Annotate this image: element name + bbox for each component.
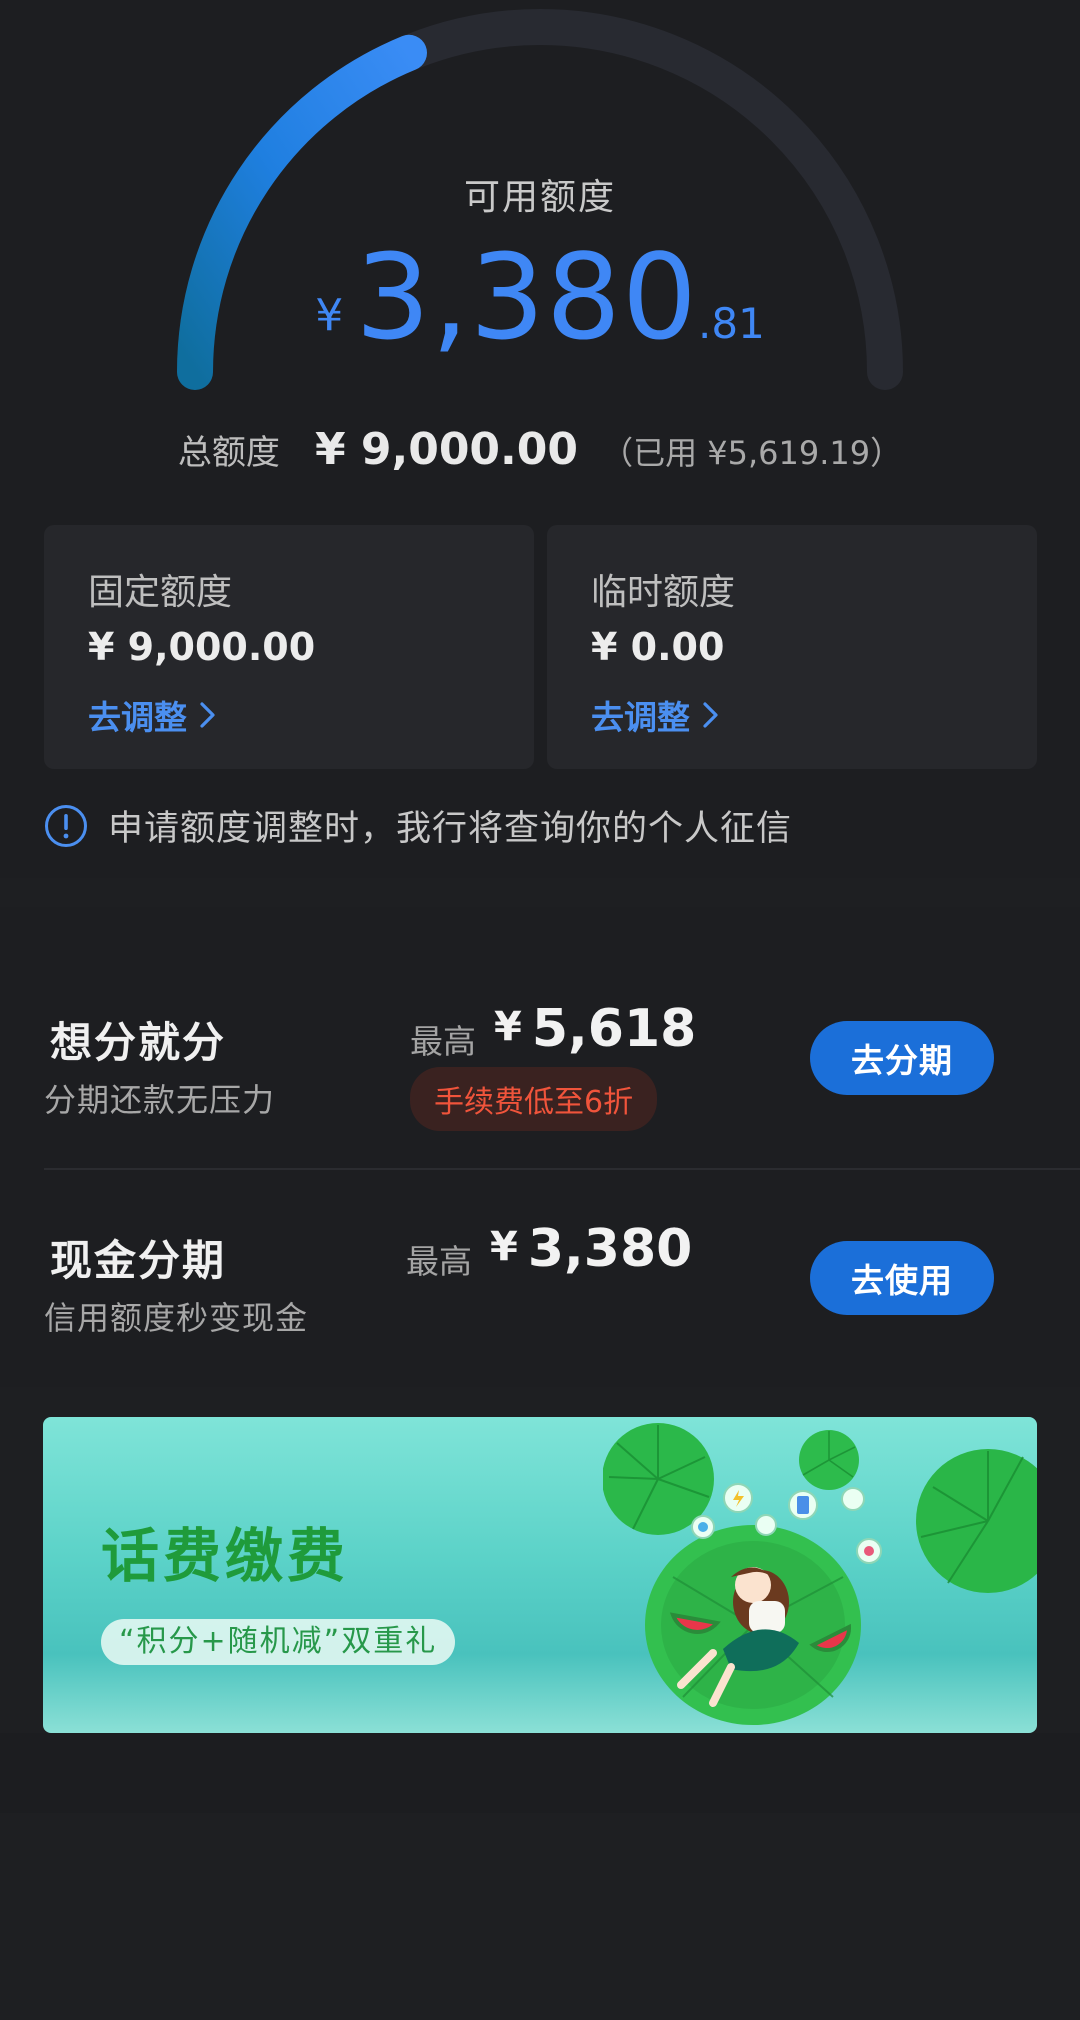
adjust-fixed-credit-link[interactable]: 去调整 [88, 691, 217, 739]
credit-overview-section: 可用额度 ¥3,380.81 总额度 ¥ 9,000.00 （已用 ¥5,619… [0, 0, 1080, 878]
total-credit-label: 总额度 [177, 433, 280, 473]
adjust-temporary-credit-link[interactable]: 去调整 [591, 691, 720, 739]
used-credit-text: （已用 ¥5,619.19） [601, 434, 903, 472]
banner-title: 话费缴费 [101, 1522, 350, 1590]
installment-desc: 信用额度秒变现金 [44, 1299, 309, 1337]
banner-subtitle: “积分+随机减”双重礼 [101, 1619, 456, 1665]
credit-inquiry-notice: 申请额度调整时，我行将查询你的个人征信 [44, 800, 792, 851]
max-value: ¥5,618 [494, 999, 696, 1059]
notice-text: 申请额度调整时，我行将查询你的个人征信 [108, 809, 793, 849]
temporary-credit-amount: ¥ 0.00 [591, 625, 725, 669]
max-amount: 5,618 [531, 999, 697, 1059]
currency-symbol: ¥ [494, 1004, 522, 1050]
max-label: 最高 [406, 1242, 472, 1281]
max-amount: 3,380 [527, 1219, 693, 1279]
temporary-credit-card: 临时额度 ¥ 0.00 去调整 [547, 525, 1037, 769]
installment-section: 想分就分 分期还款无压力 最高 ¥5,618 手续费低至6折 去分期 现金分期 … [0, 907, 1080, 1387]
available-integer: 3,380 [355, 228, 698, 366]
total-credit-line: 总额度 ¥ 9,000.00 （已用 ¥5,619.19） [0, 424, 1080, 475]
installment-row-flexible: 想分就分 分期还款无压力 最高 ¥5,618 手续费低至6折 去分期 [0, 907, 1080, 1170]
go-installment-button[interactable]: 去分期 [810, 1021, 994, 1095]
credit-limit-page: 可用额度 ¥3,380.81 总额度 ¥ 9,000.00 （已用 ¥5,619… [0, 0, 1080, 2020]
installment-row-cash: 现金分期 信用额度秒变现金 最高 ¥3,380 去使用 [0, 1169, 1080, 1389]
info-icon [45, 804, 87, 847]
max-value: ¥3,380 [490, 1219, 692, 1279]
adjust-link-label: 去调整 [88, 698, 187, 737]
available-credit-amount: ¥3,380.81 [0, 238, 1080, 356]
total-credit-value: ¥ 9,000.00 [314, 424, 578, 475]
bottom-spacer [0, 1733, 1080, 1813]
installment-name: 现金分期 [50, 1236, 227, 1285]
available-credit-label: 可用额度 [463, 177, 616, 218]
chevron-right-icon [200, 702, 215, 728]
chevron-right-icon [703, 702, 718, 728]
max-label: 最高 [410, 1022, 476, 1061]
fixed-credit-amount: ¥ 9,000.00 [88, 625, 316, 669]
available-decimal: .81 [698, 299, 765, 348]
fee-discount-badge: 手续费低至6折 [410, 1067, 658, 1131]
lotus-leaf-girl-illustration [603, 1423, 1037, 1725]
installment-desc: 分期还款无压力 [44, 1081, 276, 1119]
temporary-credit-title: 临时额度 [591, 572, 736, 613]
fixed-credit-title: 固定额度 [88, 572, 233, 613]
go-use-button[interactable]: 去使用 [810, 1241, 994, 1315]
promo-banner-section: 话费缴费 “积分+随机减”双重礼 [0, 1387, 1080, 1733]
currency-symbol: ¥ [315, 290, 344, 341]
fixed-credit-card: 固定额度 ¥ 9,000.00 去调整 [44, 525, 534, 769]
installment-name: 想分就分 [50, 1018, 227, 1067]
phone-bill-promo-banner[interactable]: 话费缴费 “积分+随机减”双重礼 [43, 1417, 1037, 1733]
currency-symbol: ¥ [490, 1224, 518, 1270]
adjust-link-label: 去调整 [591, 698, 690, 737]
